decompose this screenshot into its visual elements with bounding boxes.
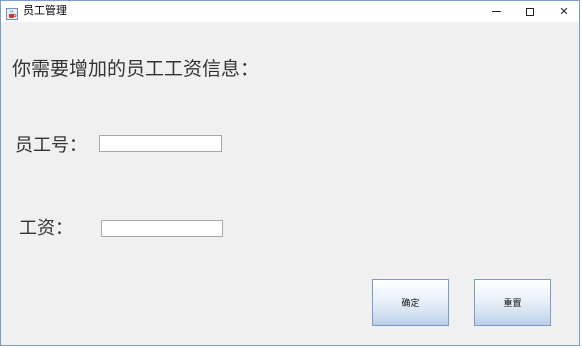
salary-label: 工资： — [19, 218, 73, 239]
confirm-button[interactable]: 确定 — [372, 279, 449, 326]
minimize-button[interactable] — [479, 1, 513, 22]
window-title: 员工管理 — [23, 4, 67, 17]
maximize-button[interactable] — [513, 1, 547, 22]
minimize-icon — [491, 11, 501, 12]
close-button[interactable]: ✕ — [547, 1, 579, 22]
form-heading: 你需要增加的员工工资信息： — [12, 58, 260, 80]
java-coffee-icon — [6, 5, 18, 20]
reset-button[interactable]: 重置 — [474, 279, 551, 326]
employee-id-label: 员工号： — [15, 135, 87, 156]
title-bar[interactable]: 员工管理 ✕ — [1, 1, 579, 22]
salary-input[interactable] — [101, 220, 223, 237]
close-icon: ✕ — [559, 5, 569, 18]
maximize-icon — [526, 7, 534, 16]
form-panel: 你需要增加的员工工资信息： 员工号： 工资： 确定 重置 — [1, 22, 579, 345]
employee-id-input[interactable] — [99, 135, 222, 152]
app-window: 员工管理 ✕ 你需要增加的员工工资信息： 员工号： 工资： 确定 重置 — [0, 0, 580, 346]
